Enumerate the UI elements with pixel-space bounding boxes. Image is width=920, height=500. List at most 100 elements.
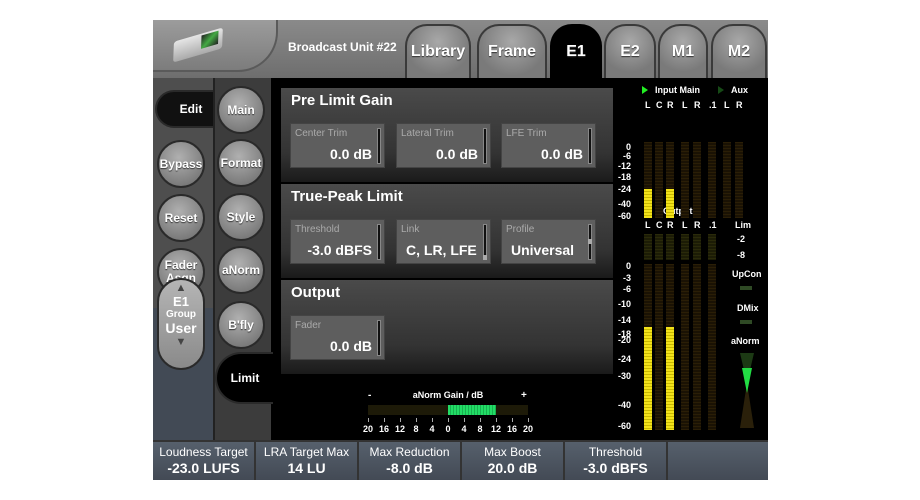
param-value: -3.0 dBFS bbox=[583, 460, 648, 476]
gain-tick-mark bbox=[400, 418, 401, 422]
threshold-field[interactable]: Threshold -3.0 dBFS bbox=[290, 219, 385, 264]
dmix-label: DMix bbox=[737, 303, 759, 313]
anorm-gain-title: aNorm Gain / dB bbox=[412, 390, 484, 400]
input-channel-label: L bbox=[645, 100, 651, 110]
tab-e1[interactable]: E1 bbox=[550, 24, 602, 78]
bottom-param-0[interactable]: Loudness Target -23.0 LUFS bbox=[153, 442, 254, 480]
limit-button[interactable]: Limit bbox=[215, 352, 273, 404]
app-window: Broadcast Unit #22 Library Frame E1 E2 M… bbox=[153, 20, 768, 480]
logo bbox=[153, 20, 278, 72]
output-channel-label: .1 bbox=[709, 220, 717, 230]
lateral-trim-field[interactable]: Lateral Trim 0.0 dB bbox=[396, 123, 491, 168]
gain-tick-label: 16 bbox=[506, 424, 517, 434]
style-button[interactable]: Style bbox=[217, 193, 265, 241]
input-meter-7 bbox=[735, 142, 743, 218]
up-arrow-icon[interactable]: ▲ bbox=[159, 282, 203, 294]
upcon-label: UpCon bbox=[732, 269, 762, 279]
gain-tick-mark bbox=[368, 418, 369, 422]
lim-meter-4 bbox=[693, 234, 701, 260]
pre-limit-gain-panel: Pre Limit Gain Center Trim 0.0 dB Lateral… bbox=[281, 88, 613, 182]
fader-field[interactable]: Fader 0.0 dB bbox=[290, 315, 385, 360]
bfly-button[interactable]: B'fly bbox=[217, 301, 265, 349]
output-scale-label: -10 bbox=[617, 299, 631, 309]
lim-label: Lim bbox=[735, 220, 752, 230]
gain-tick-label: 0 bbox=[445, 424, 451, 434]
dmix-indicator bbox=[740, 320, 752, 324]
true-peak-limit-panel: True-Peak Limit Threshold -3.0 dBFS Link C… bbox=[281, 184, 613, 278]
down-arrow-icon[interactable]: ▼ bbox=[159, 336, 203, 348]
output-scale-label: -3 bbox=[622, 273, 631, 283]
input-main-label[interactable]: Input Main bbox=[655, 85, 700, 95]
output-channel-label: L bbox=[645, 220, 651, 230]
field-value: -3.0 dBFS bbox=[307, 242, 372, 258]
reset-button[interactable]: Reset bbox=[157, 194, 205, 242]
gain-tick-mark bbox=[480, 418, 481, 422]
gain-tick-mark bbox=[448, 418, 449, 422]
bottom-param-empty bbox=[668, 442, 768, 480]
main-button[interactable]: Main bbox=[217, 86, 265, 134]
field-value: Universal bbox=[511, 242, 575, 258]
tab-m2[interactable]: M2 bbox=[711, 24, 767, 78]
center-trim-field[interactable]: Center Trim 0.0 dB bbox=[290, 123, 385, 168]
meter-level-fill bbox=[644, 189, 652, 218]
link-field[interactable]: Link C, LR, LFE bbox=[396, 219, 491, 264]
input-channel-label: R bbox=[667, 100, 674, 110]
input-channel-label: L bbox=[682, 100, 688, 110]
selector-knob bbox=[483, 255, 487, 260]
device-logo-icon bbox=[173, 27, 223, 63]
meter-level-fill bbox=[644, 327, 652, 430]
field-value: 0.0 dB bbox=[435, 146, 478, 162]
bottom-param-1[interactable]: LRA Target Max 14 LU bbox=[256, 442, 357, 480]
aux-indicator-icon[interactable] bbox=[718, 86, 724, 94]
tab-m1[interactable]: M1 bbox=[658, 24, 708, 78]
output-channel-label: R bbox=[667, 220, 674, 230]
output-scale-label: 0 bbox=[625, 261, 631, 271]
output-meter-1 bbox=[655, 264, 663, 430]
lim-meter-0 bbox=[644, 234, 652, 260]
output-channel-label: C bbox=[656, 220, 663, 230]
output-scale-label: -6 bbox=[622, 284, 631, 294]
output-panel: Output Fader 0.0 dB bbox=[281, 280, 613, 374]
field-label: Lateral Trim bbox=[401, 128, 454, 139]
input-meter-0 bbox=[644, 142, 652, 218]
gain-tick-mark bbox=[432, 418, 433, 422]
tab-library[interactable]: Library bbox=[405, 24, 471, 78]
field-value: 0.0 dB bbox=[540, 146, 583, 162]
lfe-trim-field[interactable]: LFE Trim 0.0 dB bbox=[501, 123, 596, 168]
output-scale-label: -60 bbox=[617, 421, 631, 431]
group-label: Group bbox=[166, 309, 196, 320]
gain-tick-label: 4 bbox=[429, 424, 435, 434]
profile-field[interactable]: Profile Universal bbox=[501, 219, 596, 264]
group-rocker[interactable]: ▲ E1 Group User ▼ bbox=[157, 278, 205, 370]
output-meter-0 bbox=[644, 264, 652, 430]
lim-scale: -2 bbox=[737, 234, 746, 244]
gain-tick-mark bbox=[416, 418, 417, 422]
bottom-param-2[interactable]: Max Reduction -8.0 dB bbox=[359, 442, 460, 480]
bottom-param-4[interactable]: Threshold -3.0 dBFS bbox=[565, 442, 666, 480]
format-button[interactable]: Format bbox=[217, 139, 265, 187]
input-main-indicator-icon[interactable] bbox=[642, 86, 648, 94]
field-value: 0.0 dB bbox=[329, 146, 372, 162]
input-scale-label: -18 bbox=[617, 172, 631, 182]
tab-frame[interactable]: Frame bbox=[477, 24, 547, 78]
tab-e2[interactable]: E2 bbox=[604, 24, 656, 78]
bottom-param-3[interactable]: Max Boost 20.0 dB bbox=[462, 442, 563, 480]
input-meter-4 bbox=[693, 142, 701, 218]
field-label: Threshold bbox=[295, 224, 340, 235]
anorm-button[interactable]: aNorm bbox=[217, 246, 265, 294]
lim-meter-2 bbox=[666, 234, 674, 260]
aux-label[interactable]: Aux bbox=[731, 85, 748, 95]
meter-panel: Input Main Aux Output Lim -2 -8 UpCon DM… bbox=[615, 78, 768, 440]
fader-bar bbox=[377, 320, 381, 356]
panel-title: Pre Limit Gain bbox=[291, 92, 393, 109]
group-user: User bbox=[165, 320, 197, 336]
field-value: 0.0 dB bbox=[329, 338, 372, 354]
param-label: LRA Target Max bbox=[263, 445, 350, 459]
meter-level-fill bbox=[666, 189, 674, 218]
lim-scale: -8 bbox=[737, 250, 746, 260]
anorm-gain-meter: - aNorm Gain / dB + 20 16 12 8 4 0 4 8 12 16 20 bbox=[363, 389, 533, 437]
bypass-button[interactable]: Bypass bbox=[157, 140, 205, 188]
input-channel-label: R bbox=[736, 100, 743, 110]
field-label: Link bbox=[401, 224, 420, 235]
input-channel-label: R bbox=[694, 100, 701, 110]
